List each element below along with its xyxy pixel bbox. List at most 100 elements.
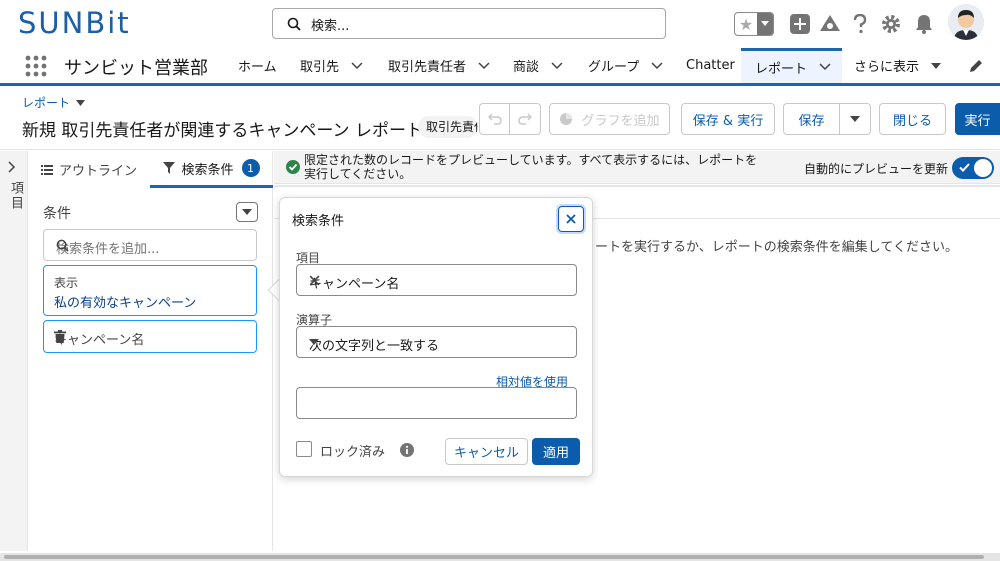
breadcrumb[interactable]: レポート [22, 94, 86, 111]
chevron-right-icon[interactable] [8, 161, 16, 173]
setup-gear-icon[interactable] [879, 12, 903, 36]
list-icon [40, 164, 53, 175]
success-check-icon [286, 160, 300, 174]
nav-item-accounts[interactable]: 取引先 [300, 48, 363, 83]
nav-item-label: 商談 [513, 60, 540, 75]
global-search-placeholder: 検索... [311, 19, 350, 34]
close-label: 閉じる [892, 113, 932, 129]
favorites-dropdown-icon[interactable] [757, 13, 773, 35]
info-icon[interactable] [400, 443, 414, 457]
breadcrumb-reports[interactable]: レポート [22, 94, 70, 111]
add-chart-label: グラフを追加 [581, 113, 660, 129]
preview-message: 限定された数のレコードをプレビューしています。すべて表示するには、レポートを実行… [304, 153, 758, 181]
caret-down-icon [242, 209, 252, 215]
add-filter-search-input[interactable]: 検索条件を追加... [43, 229, 257, 261]
caret-down-icon[interactable] [76, 99, 86, 106]
nav-item-reports[interactable]: レポート [741, 48, 842, 83]
nav-item-contacts[interactable]: 取引先責任者 [388, 48, 490, 83]
apply-button[interactable]: 適用 [532, 438, 580, 465]
undo-button[interactable] [479, 103, 510, 135]
report-title-text: 新規 取引先責任者が関連するキャンペーン レポート [22, 121, 423, 141]
fields-rail-label: 項目 [8, 181, 23, 211]
filter-count-badge: 1 [241, 159, 260, 177]
global-actions-icon[interactable] [788, 12, 812, 36]
save-menu-button[interactable] [839, 103, 871, 135]
redo-icon [518, 113, 532, 125]
campaign-name-filter-card[interactable]: キャンペーン名 [43, 320, 257, 353]
chevron-down-icon[interactable] [551, 61, 563, 70]
save-and-run-button[interactable]: 保存 & 実行 [681, 103, 775, 135]
delete-trash-icon[interactable] [54, 330, 248, 343]
locked-label: ロック済み [320, 445, 386, 460]
nav-item-groups[interactable]: グループ [588, 48, 663, 83]
caret-down-icon[interactable] [931, 62, 942, 69]
tab-filters-label: 検索条件 [181, 162, 234, 178]
nav-item-label: グループ [588, 60, 640, 75]
notifications-bell-icon[interactable] [912, 12, 936, 36]
chevron-down-icon[interactable] [478, 61, 490, 70]
close-icon [566, 214, 576, 224]
edit-nav-pencil-icon[interactable] [968, 58, 984, 74]
save-and-run-label: 保存 & 実行 [692, 113, 764, 129]
conditions-title: 条件 [43, 206, 71, 222]
trailhead-icon[interactable] [818, 12, 842, 36]
nav-item-label: さらに表示 [854, 60, 920, 75]
chevron-down-icon[interactable] [651, 61, 663, 70]
page-title: 新規 取引先責任者が関連するキャンペーン レポート [22, 116, 443, 141]
nav-item-label: レポート [755, 61, 808, 77]
cancel-button[interactable]: キャンセル [445, 438, 528, 465]
preview-empty-message: ートを実行するか、レポートの検索条件を編集してください。 [595, 240, 958, 255]
auto-preview-toggle[interactable] [952, 157, 994, 179]
report-type-badge: 取引先責任者が関連するキャンペーン [418, 116, 478, 138]
save-label: 保存 [798, 113, 825, 129]
auto-preview-label: 自動的にプレビューを更新 [804, 162, 949, 176]
undo-icon [487, 113, 502, 125]
caret-down-icon [309, 339, 564, 345]
filter-value-input[interactable] [296, 387, 577, 419]
apply-label: 適用 [542, 446, 569, 461]
nav-item-home[interactable]: ホーム [238, 48, 277, 83]
nav-item-opportunities[interactable]: 商談 [513, 48, 563, 83]
table-header-border [274, 185, 1000, 187]
run-label: 実行 [964, 113, 991, 129]
nav-item-more[interactable]: さらに表示 [854, 48, 942, 83]
show-filter-key: 表示 [54, 276, 79, 290]
conditions-menu-button[interactable] [236, 202, 258, 222]
search-icon [56, 239, 244, 252]
close-button[interactable]: 閉じる [879, 103, 946, 135]
app-launcher-icon[interactable] [24, 54, 48, 78]
redo-button[interactable] [509, 103, 541, 135]
scrollbar-thumb[interactable] [4, 555, 984, 559]
show-filter-card[interactable]: 表示 私の有効なキャンペーン [43, 265, 257, 316]
run-button[interactable]: 実行 [955, 103, 1000, 135]
chevron-down-icon[interactable] [819, 63, 831, 71]
star-icon[interactable]: ★ [735, 13, 757, 35]
tab-outline-label: アウトライン [58, 164, 137, 179]
operator-select[interactable]: 次の文字列と一致する [296, 326, 577, 358]
tab-outline[interactable]: アウトライン [28, 151, 150, 188]
filter-funnel-icon [163, 162, 176, 174]
popover-close-button[interactable] [558, 206, 584, 232]
nav-item-chatter[interactable]: Chatter [686, 48, 735, 83]
clear-icon[interactable] [309, 275, 564, 286]
company-logo[interactable]: SUNBit [18, 6, 131, 40]
user-avatar[interactable] [948, 4, 984, 40]
chart-icon [559, 112, 573, 126]
favorites-button-group[interactable]: ★ [734, 12, 774, 36]
save-button[interactable]: 保存 [783, 103, 840, 135]
field-combobox[interactable]: キャンペーン名 [296, 264, 577, 296]
locked-checkbox[interactable] [296, 441, 312, 457]
app-name: サンビット営業部 [64, 58, 208, 79]
add-chart-button[interactable]: グラフを追加 [549, 103, 670, 135]
tab-filters[interactable]: 検索条件 1 [150, 151, 273, 188]
popover-title: 検索条件 [292, 214, 345, 229]
toggle-knob [974, 159, 992, 177]
horizontal-scrollbar[interactable] [0, 553, 1000, 561]
show-filter-value: 私の有効なキャンペーン [54, 296, 197, 311]
global-search-input[interactable]: 検索... [272, 8, 666, 39]
help-icon[interactable] [848, 12, 872, 36]
fields-rail[interactable]: 項目 [0, 151, 28, 551]
check-icon [959, 163, 970, 172]
chevron-down-icon[interactable] [351, 61, 363, 70]
nav-item-label: Chatter [686, 58, 735, 73]
